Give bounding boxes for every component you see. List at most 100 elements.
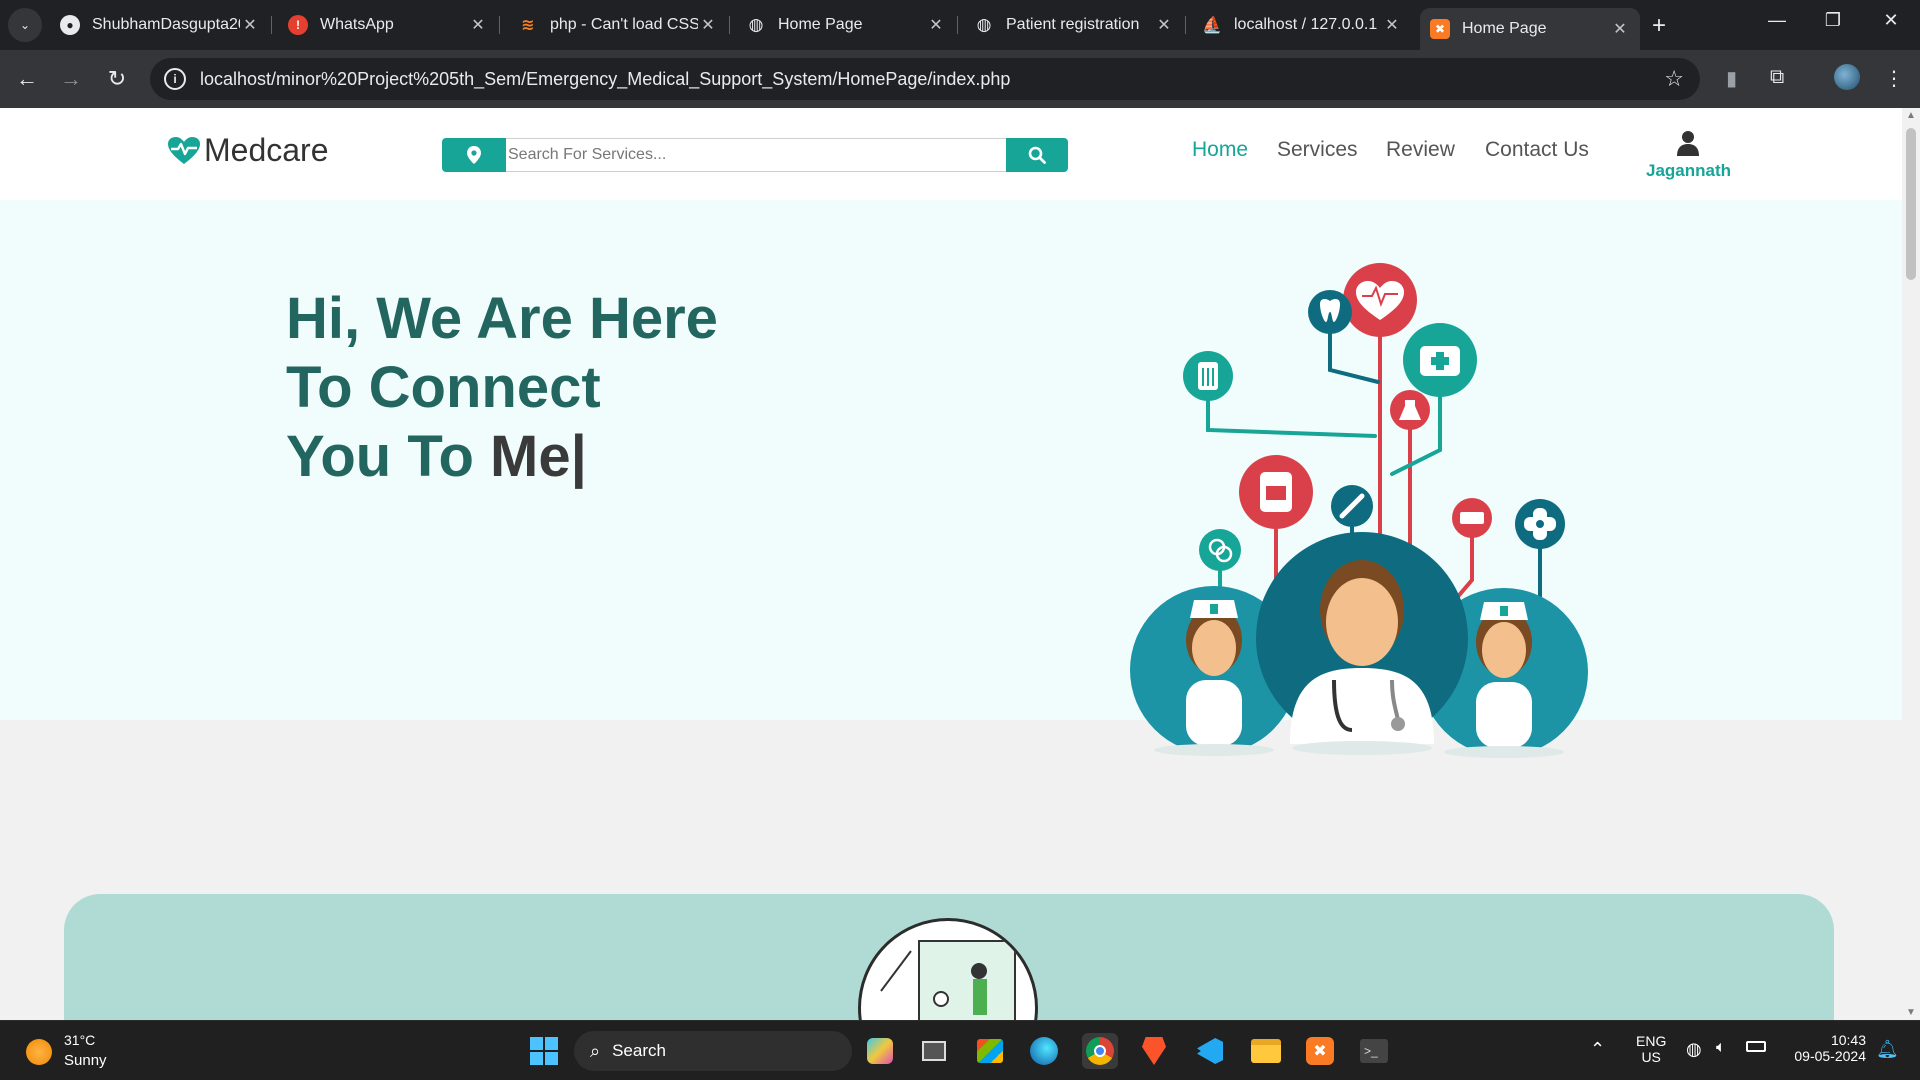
tab-title: Home Page bbox=[1462, 20, 1547, 37]
edge-browser-icon[interactable] bbox=[1026, 1033, 1062, 1069]
vscode-icon[interactable] bbox=[1192, 1033, 1228, 1069]
copilot-icon[interactable] bbox=[862, 1033, 898, 1069]
typed-text: Me| bbox=[490, 424, 587, 489]
browser-tab[interactable]: ◍ Home Page ✕ bbox=[736, 8, 958, 42]
tab-close-icon[interactable]: ✕ bbox=[240, 15, 260, 35]
sun-weather-icon[interactable] bbox=[26, 1039, 52, 1065]
network-globe-icon[interactable]: ◍ bbox=[1686, 1039, 1702, 1060]
restore-icon[interactable]: ❐ bbox=[1810, 10, 1856, 31]
tab-title: php - Can't load CSS bbox=[550, 16, 698, 33]
windows-start-icon[interactable] bbox=[526, 1033, 562, 1069]
chrome-browser-icon[interactable] bbox=[1082, 1033, 1118, 1069]
github-icon: ● bbox=[60, 15, 80, 35]
browser-tab[interactable]: ≋ php - Can't load CSS ✕ bbox=[508, 8, 730, 42]
weather-condition[interactable]: Sunny bbox=[64, 1052, 107, 1069]
nav-contact-us[interactable]: Contact Us bbox=[1485, 138, 1589, 162]
nav-home[interactable]: Home bbox=[1192, 138, 1248, 162]
site-logo[interactable]: Medcare bbox=[168, 132, 329, 169]
new-tab-plus-icon[interactable]: + bbox=[1652, 12, 1666, 40]
scroll-down-arrow-icon[interactable]: ▼ bbox=[1902, 1007, 1920, 1018]
nav-services[interactable]: Services bbox=[1277, 138, 1358, 162]
tab-close-icon[interactable]: ✕ bbox=[1382, 15, 1402, 35]
tab-title: WhatsApp bbox=[320, 16, 394, 33]
patient-care-illustration bbox=[880, 940, 1016, 1020]
terminal-icon[interactable]: >_ bbox=[1356, 1033, 1392, 1069]
panel-illustration bbox=[858, 918, 1038, 1020]
microsoft-store-icon[interactable] bbox=[972, 1033, 1008, 1069]
heart-pulse-icon bbox=[168, 136, 200, 164]
reload-icon[interactable]: ↻ bbox=[102, 66, 132, 92]
scroll-up-arrow-icon[interactable]: ▲ bbox=[1902, 110, 1920, 121]
hero-title: Hi, We Are Here To Connect You To Me| bbox=[286, 284, 718, 491]
page-viewport: Medcare Home Services Review Contact Us … bbox=[0, 108, 1902, 1020]
tab-close-icon[interactable]: ✕ bbox=[468, 15, 488, 35]
windows-taskbar: 31°C Sunny ⌕ Search ✖ >_ ⌃ ENG US ◍ 🔈︎ 1… bbox=[0, 1020, 1920, 1080]
tab-search-chevron-icon[interactable]: ⌄ bbox=[8, 8, 42, 42]
hero-line-3-prefix: You To bbox=[286, 424, 491, 489]
search-input[interactable] bbox=[506, 138, 1006, 172]
hero-line-3: You To Me| bbox=[286, 422, 718, 491]
user-account[interactable]: Jagannath bbox=[1646, 130, 1732, 181]
chrome-menu-icon[interactable]: ⋮ bbox=[1884, 66, 1904, 91]
search-icon: ⌕ bbox=[590, 1040, 601, 1061]
mouse-extension-icon[interactable]: ▮ bbox=[1726, 66, 1737, 91]
tab-close-icon[interactable]: ✕ bbox=[698, 15, 718, 35]
browser-tab-active[interactable]: ✖ Home Page ✕ bbox=[1420, 8, 1640, 50]
xampp-taskbar-icon[interactable]: ✖ bbox=[1302, 1033, 1338, 1069]
volume-icon[interactable]: 🔈︎ bbox=[1716, 1039, 1726, 1057]
bookmark-star-icon[interactable]: ☆ bbox=[1664, 66, 1684, 92]
tab-close-icon[interactable]: ✕ bbox=[926, 15, 946, 35]
nav-review[interactable]: Review bbox=[1386, 138, 1455, 162]
browser-tab[interactable]: ⛵ localhost / 127.0.0.1 ✕ bbox=[1192, 8, 1412, 42]
battery-icon[interactable] bbox=[1746, 1041, 1766, 1052]
brand-name: Medcare bbox=[204, 132, 329, 168]
address-bar[interactable]: i localhost/minor%20Project%205th_Sem/Em… bbox=[150, 58, 1700, 100]
page-scrollbar[interactable]: ▲ ▼ bbox=[1902, 108, 1920, 1020]
tab-divider bbox=[271, 16, 272, 34]
input-language[interactable]: ENG US bbox=[1636, 1033, 1666, 1065]
profile-avatar[interactable] bbox=[1834, 64, 1860, 90]
stackoverflow-icon: ≋ bbox=[521, 17, 535, 34]
search-button[interactable] bbox=[1006, 138, 1068, 172]
browser-tab[interactable]: ◍ Patient registration ✕ bbox=[964, 8, 1186, 42]
clock-date: 09-05-2024 bbox=[1794, 1048, 1866, 1064]
browser-tabstrip: ⌄ ● ShubhamDasgupta20 ✕ ! WhatsApp ✕ ≋ p… bbox=[0, 0, 1920, 50]
back-arrow-icon[interactable]: ← bbox=[12, 66, 42, 92]
weather-temperature[interactable]: 31°C bbox=[64, 1032, 95, 1048]
whatsapp-icon: ! bbox=[288, 15, 308, 35]
tab-title: ShubhamDasgupta20 bbox=[92, 16, 240, 33]
file-explorer-icon[interactable] bbox=[1248, 1033, 1284, 1069]
hero-section: Hi, We Are Here To Connect You To Me| bbox=[0, 200, 1902, 758]
close-window-icon[interactable]: ✕ bbox=[1868, 10, 1914, 31]
service-search bbox=[442, 138, 1068, 172]
notification-bell-icon[interactable]: 🔔︎ bbox=[1876, 1039, 1899, 1060]
globe-icon: ◍ bbox=[748, 15, 764, 34]
hero-line-1: Hi, We Are Here bbox=[286, 286, 718, 351]
brave-browser-icon[interactable] bbox=[1136, 1033, 1172, 1069]
user-name: Jagannath bbox=[1646, 161, 1732, 180]
task-view-icon[interactable] bbox=[916, 1033, 952, 1069]
minimize-icon[interactable]: — bbox=[1754, 10, 1800, 31]
browser-tab[interactable]: ! WhatsApp ✕ bbox=[278, 8, 500, 42]
tab-divider bbox=[729, 16, 730, 34]
tab-divider bbox=[499, 16, 500, 34]
tab-divider bbox=[957, 16, 958, 34]
keyboard-region: US bbox=[1641, 1049, 1661, 1065]
site-info-icon[interactable]: i bbox=[164, 68, 186, 90]
scrollbar-thumb[interactable] bbox=[1906, 128, 1916, 280]
taskbar-search[interactable]: ⌕ Search bbox=[574, 1031, 852, 1071]
tab-close-icon[interactable]: ✕ bbox=[1154, 15, 1174, 35]
clock[interactable]: 10:43 09-05-2024 bbox=[1786, 1032, 1866, 1064]
tray-overflow-chevron-icon[interactable]: ⌃ bbox=[1590, 1039, 1605, 1060]
browser-tab[interactable]: ● ShubhamDasgupta20 ✕ bbox=[50, 8, 272, 42]
tab-close-icon[interactable]: ✕ bbox=[1610, 19, 1630, 39]
gender-symbol-icon bbox=[1199, 529, 1241, 571]
taskbar-search-label: Search bbox=[612, 1041, 666, 1060]
xampp-icon: ✖ bbox=[1430, 19, 1450, 39]
tab-title: localhost / 127.0.0.1 bbox=[1234, 16, 1378, 33]
location-pin-icon[interactable] bbox=[442, 138, 506, 172]
forward-arrow-icon[interactable]: → bbox=[56, 66, 86, 92]
extensions-puzzle-icon[interactable]: ⧉ bbox=[1770, 66, 1784, 89]
browser-toolbar: ← → ↻ i localhost/minor%20Project%205th_… bbox=[0, 50, 1920, 108]
url-text[interactable]: localhost/minor%20Project%205th_Sem/Emer… bbox=[200, 69, 1664, 90]
